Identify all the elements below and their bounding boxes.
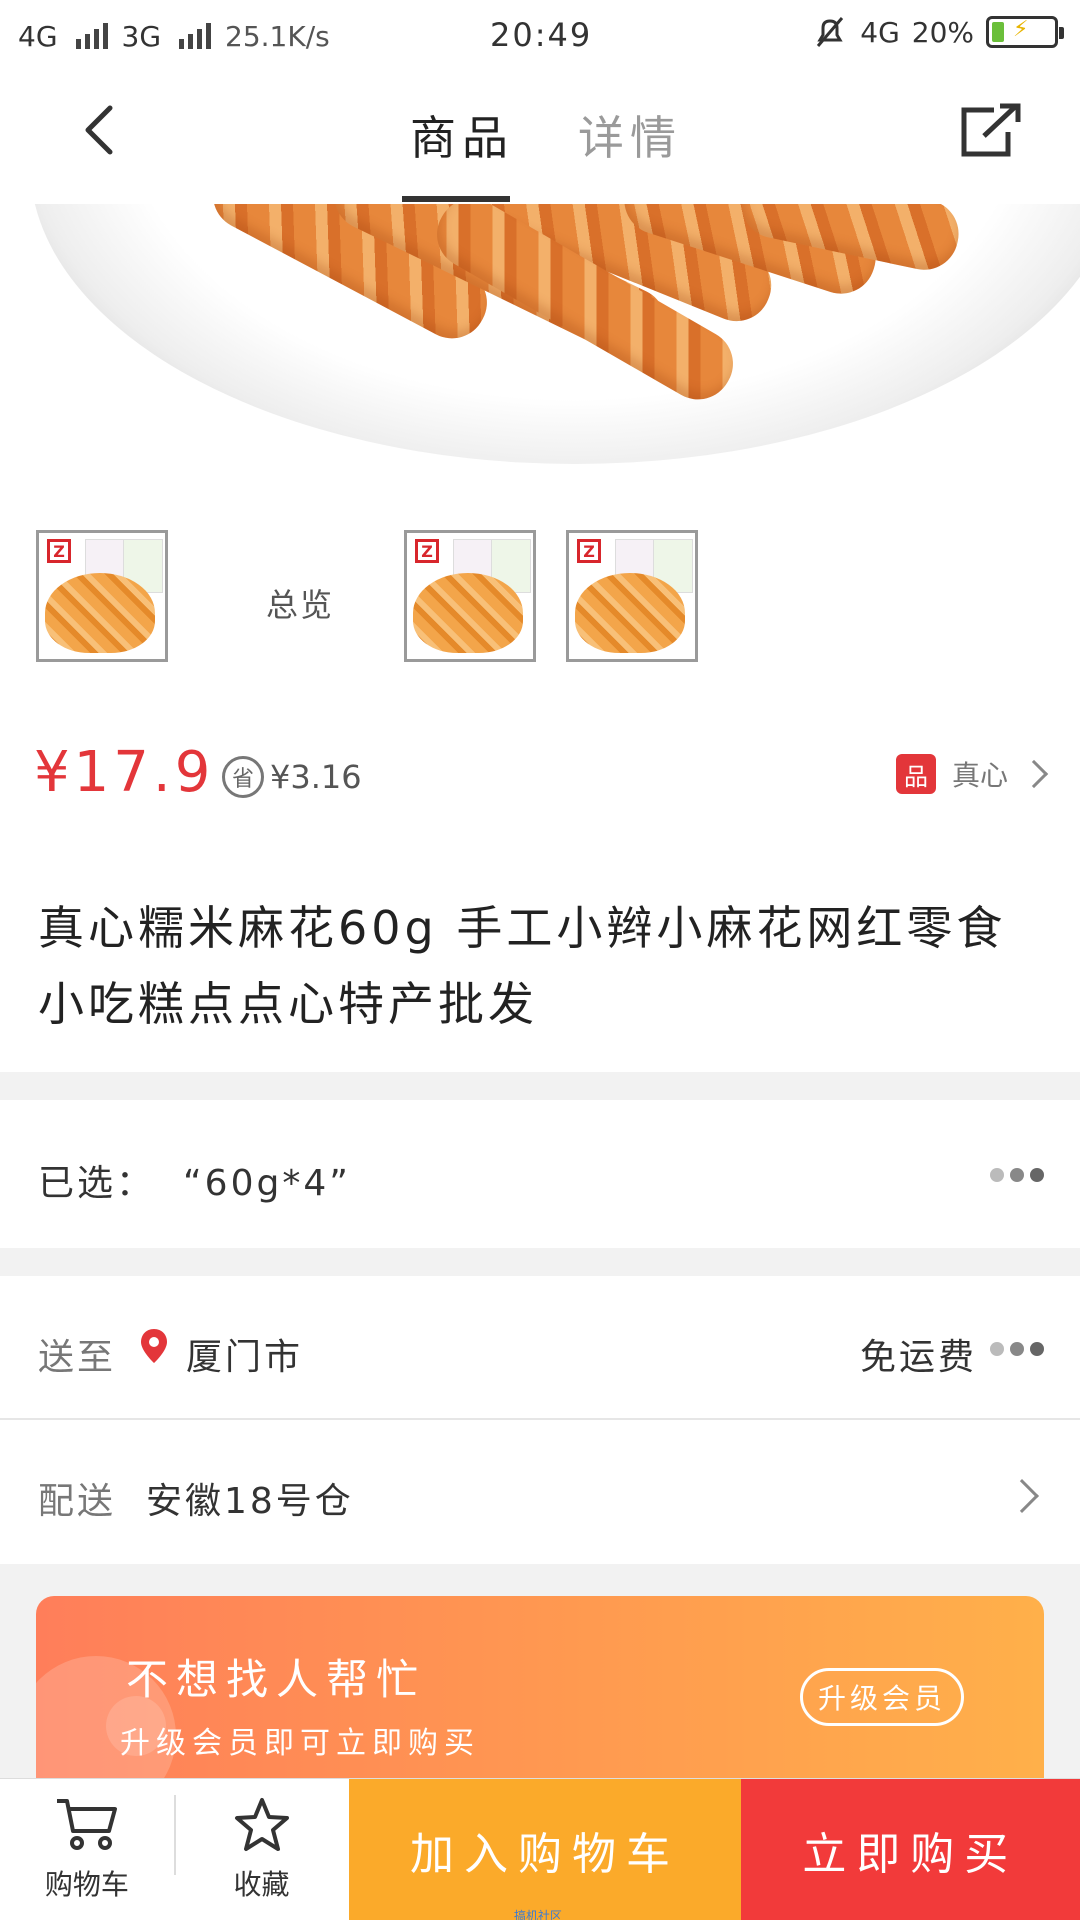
delivery-row[interactable]: 配送 安徽18号仓 xyxy=(0,1422,1080,1564)
selected-spec-row[interactable]: 已选： “60g*4” xyxy=(0,1100,1080,1248)
bottom-action-bar: 购物车 收藏 加入购物车 立即购买 搞机社区 xyxy=(0,1778,1080,1920)
share-icon[interactable] xyxy=(958,102,1024,162)
section-divider xyxy=(0,1248,1080,1276)
delivery-label: 配送 xyxy=(38,1481,117,1522)
brand-badge-icon: 品 xyxy=(895,754,936,794)
brand-link[interactable]: 品 真心 xyxy=(895,754,1049,794)
network-4g-right: 4G xyxy=(860,15,900,49)
favorite-label: 收藏 xyxy=(233,1868,290,1901)
add-to-cart-button[interactable]: 加入购物车 xyxy=(349,1779,741,1920)
thumbnail-1[interactable]: Z xyxy=(36,530,168,662)
signal-icon-2 xyxy=(179,23,212,49)
mute-bell-icon xyxy=(817,17,844,47)
selected-label: 已选： “60g*4” xyxy=(38,1154,351,1206)
product-title: 真心糯米麻花60g 手工小辫小麻花网红零食小吃糕点点心特产批发 xyxy=(38,901,1007,1031)
shipping-row[interactable]: 送至 厦门市 免运费 xyxy=(0,1276,1080,1420)
chevron-right-icon xyxy=(1019,759,1049,789)
shipping-fee: 免运费 xyxy=(860,1337,978,1378)
cart-button[interactable]: 购物车 xyxy=(0,1779,174,1920)
tab-product[interactable]: 商品 xyxy=(410,102,514,168)
saving-amount: ¥3.16 xyxy=(270,758,362,796)
selected-label-text: 已选： xyxy=(38,1163,156,1204)
banner-title: 不想找人帮忙 xyxy=(126,1655,427,1704)
favorite-button[interactable]: 收藏 xyxy=(174,1779,350,1920)
member-upgrade-banner[interactable]: 不想找人帮忙 升级会员即可立即购买 升级会员 xyxy=(36,1596,1044,1796)
nav-header: 商品 详情 xyxy=(0,72,1080,204)
status-bar: 4G 3G 25.1K/s 20:49 4G 20% ⚡ xyxy=(0,0,1080,72)
brand-logo-icon: Z xyxy=(415,539,439,563)
battery-percent: 20% xyxy=(911,15,974,49)
network-speed: 25.1K/s xyxy=(225,19,330,53)
brand-name: 真心 xyxy=(951,759,1008,792)
network-4g-label: 4G xyxy=(18,19,58,53)
tab-details[interactable]: 详情 xyxy=(578,102,682,168)
current-price: ¥17.9 xyxy=(34,740,215,805)
star-icon xyxy=(234,1798,289,1851)
product-page: 4G 3G 25.1K/s 20:49 4G 20% ⚡ 商品 详情 Z 总览 … xyxy=(0,0,1080,1920)
back-icon[interactable] xyxy=(72,100,132,160)
brand-logo-icon: Z xyxy=(47,539,71,563)
selected-value: “60g*4” xyxy=(183,1163,351,1204)
more-dots-icon[interactable] xyxy=(990,1168,1044,1182)
signal-icon xyxy=(75,23,108,49)
brand-logo-icon: Z xyxy=(577,539,601,563)
save-icon: 省 xyxy=(222,756,264,798)
thumbnail-3[interactable]: Z xyxy=(566,530,698,662)
saving-info: 省 ¥3.16 xyxy=(222,756,362,798)
cart-icon xyxy=(56,1799,117,1850)
thumbnail-2[interactable]: Z xyxy=(404,530,536,662)
warehouse-name: 安徽18号仓 xyxy=(146,1481,354,1522)
location-pin-icon xyxy=(141,1329,167,1363)
battery-icon: ⚡ xyxy=(986,16,1064,48)
overview-label[interactable]: 总览 xyxy=(266,580,334,626)
cart-label: 购物车 xyxy=(44,1868,129,1901)
buy-now-button[interactable]: 立即购买 xyxy=(740,1779,1080,1920)
ship-city: 厦门市 xyxy=(186,1337,304,1378)
ship-to-label: 送至 xyxy=(38,1337,117,1378)
thumbnail-strip: Z 总览 Z Z xyxy=(0,530,1080,670)
watermark-text: 搞机社区 xyxy=(514,1909,563,1920)
section-divider xyxy=(0,1072,1080,1100)
price-row: ¥17.9 省 ¥3.16 品 真心 xyxy=(0,740,1080,820)
product-image[interactable] xyxy=(0,204,1080,504)
more-dots-icon[interactable] xyxy=(990,1342,1044,1356)
chevron-right-icon xyxy=(1005,1479,1039,1513)
clock: 20:49 xyxy=(490,16,593,54)
active-tab-indicator xyxy=(402,196,510,202)
banner-subtitle: 升级会员即可立即购买 xyxy=(120,1726,480,1761)
network-3g-label: 3G xyxy=(121,19,162,53)
upgrade-member-button[interactable]: 升级会员 xyxy=(800,1668,964,1726)
